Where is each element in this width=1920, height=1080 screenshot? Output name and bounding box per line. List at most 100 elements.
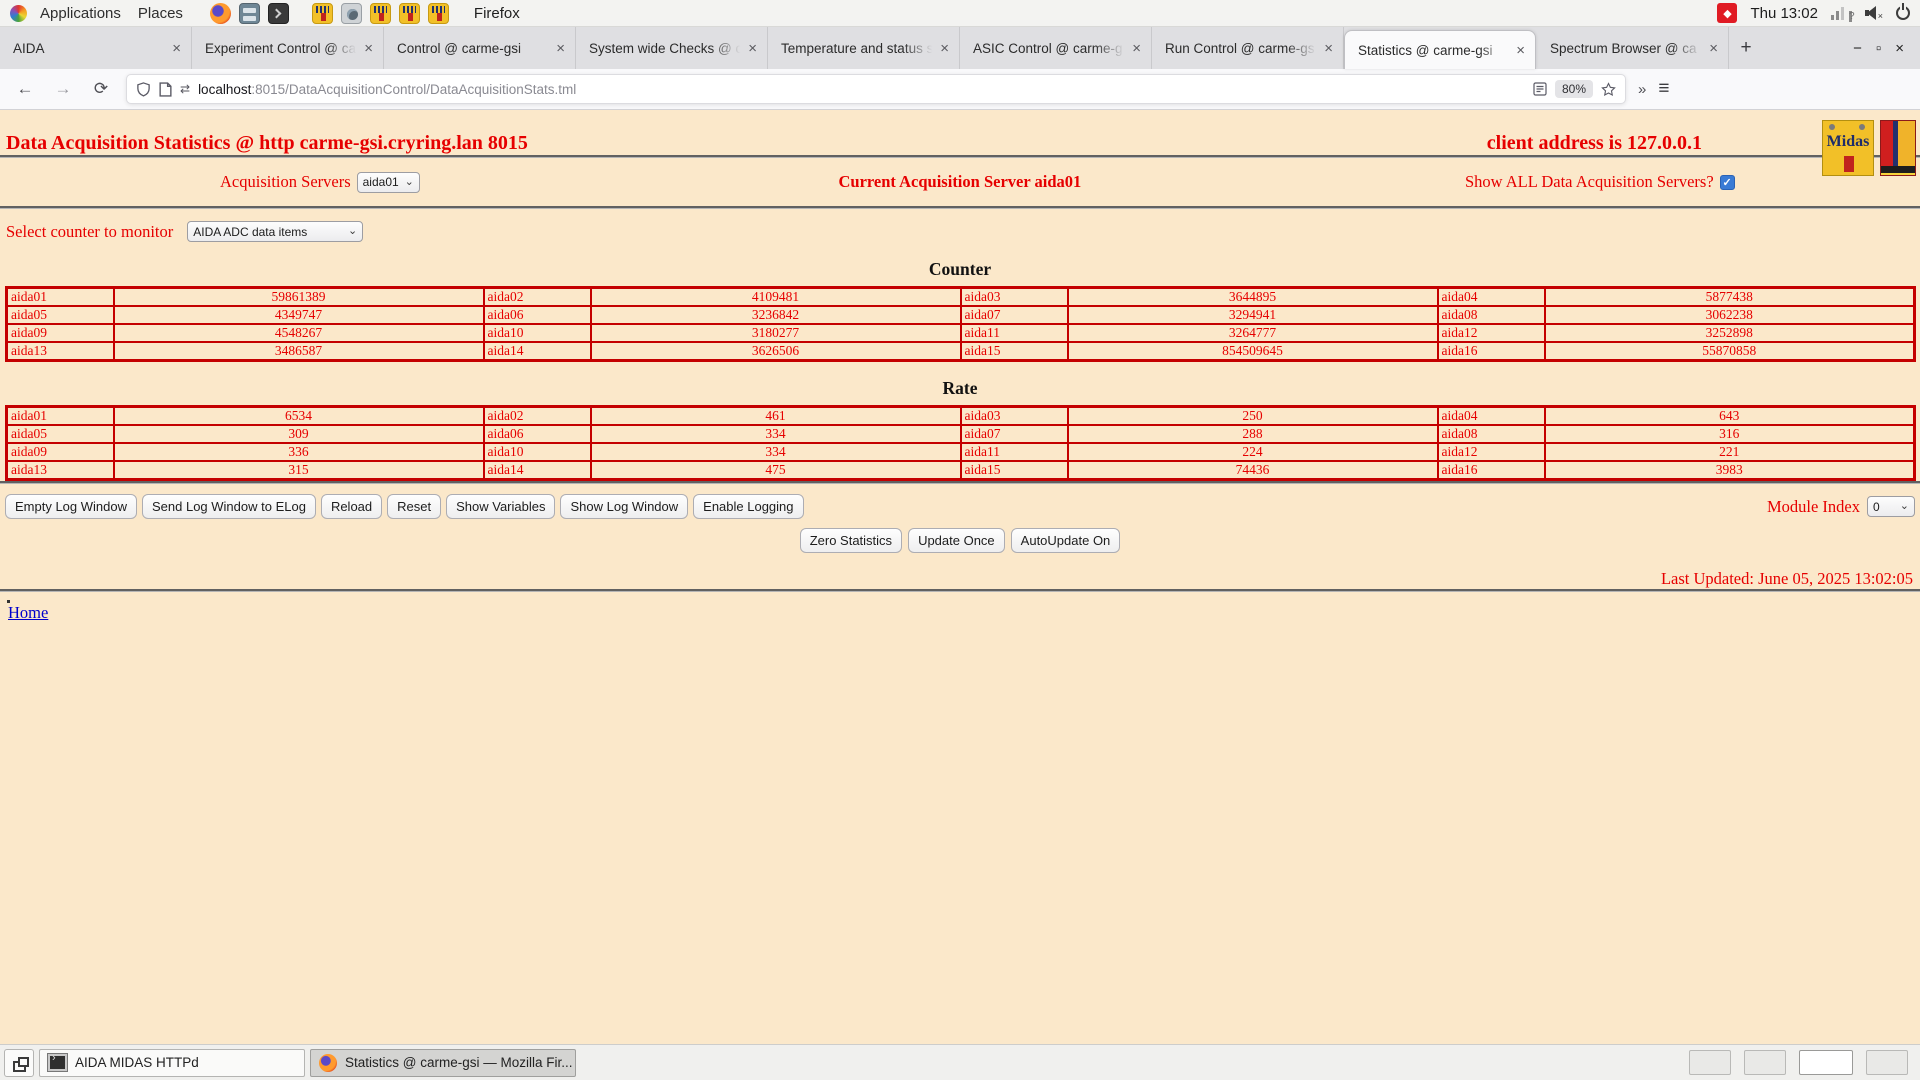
current-server-text: Current Acquisition Server aida01 (838, 172, 1081, 192)
terminal-launcher-icon[interactable] (268, 3, 289, 24)
log-button[interactable]: Reset (387, 494, 441, 519)
reload-button[interactable]: ⟳ (88, 79, 114, 99)
tab-close-icon[interactable]: × (1129, 40, 1144, 57)
rate-value-cell: 334 (591, 443, 961, 461)
tab-system-wide-checks[interactable]: System wide Checks @ c × (576, 27, 768, 69)
rate-value-cell: 224 (1068, 443, 1438, 461)
server-name-cell: aida15 (961, 461, 1068, 480)
applications-menu-icon[interactable] (10, 5, 27, 22)
tab-close-icon[interactable]: × (745, 40, 760, 57)
notification-badge-icon[interactable]: ◆ (1717, 3, 1737, 23)
permissions-icon[interactable]: ⇄ (180, 82, 190, 96)
tab-title: Control @ carme-gsi (397, 41, 553, 56)
select-counter-label: Select counter to monitor (6, 222, 173, 242)
tab-close-icon[interactable]: × (1706, 40, 1721, 57)
tab-aida[interactable]: AIDA × (0, 27, 192, 69)
tab-asic-control[interactable]: ASIC Control @ carme-g × (960, 27, 1152, 69)
taskbar-item-firefox[interactable]: Statistics @ carme-gsi — Mozilla Fir... (310, 1049, 576, 1077)
midas-launcher-icon[interactable] (399, 3, 420, 24)
tab-close-icon[interactable]: × (553, 40, 568, 57)
log-button[interactable]: Empty Log Window (5, 494, 137, 519)
log-button[interactable]: Show Log Window (560, 494, 688, 519)
tab-temperature-status[interactable]: Temperature and status s × (768, 27, 960, 69)
firefox-launcher-icon[interactable] (210, 3, 231, 24)
shield-icon[interactable] (136, 82, 151, 97)
last-updated: Last Updated: June 05, 2025 13:02:05 (0, 569, 1913, 589)
url-text[interactable]: localhost:8015/DataAcquisitionControl/Da… (198, 82, 1525, 97)
counter-monitor-select[interactable]: AIDA ADC data items ⌄ (187, 221, 363, 242)
midas-launcher-icon[interactable] (312, 3, 333, 24)
app-menu-icon[interactable]: ≡ (1658, 78, 1669, 100)
reader-mode-icon[interactable] (1533, 82, 1547, 96)
network-status-icon[interactable]: ? (1831, 6, 1852, 20)
update-button[interactable]: Zero Statistics (800, 528, 902, 553)
page-info-icon[interactable] (159, 82, 172, 97)
taskbar-item-midas-httpd[interactable]: AIDA MIDAS HTTPd (39, 1049, 305, 1077)
back-button[interactable]: ← (12, 79, 38, 99)
log-button[interactable]: Show Variables (446, 494, 555, 519)
places-menu[interactable]: Places (134, 5, 187, 22)
table-row: aida13 315 aida14 475 aida15 74436 aida1… (7, 461, 1915, 480)
tab-close-icon[interactable]: × (937, 40, 952, 57)
rate-value-cell: 316 (1545, 425, 1915, 443)
show-all-label: Show ALL Data Acquisition Servers? (1465, 172, 1714, 192)
tab-statistics-active[interactable]: Statistics @ carme-gsi × (1344, 30, 1536, 69)
tab-close-icon[interactable]: × (169, 40, 184, 57)
maximize-button[interactable]: ▫ (1876, 40, 1881, 57)
rate-value-cell: 336 (114, 443, 484, 461)
show-desktop-button[interactable] (4, 1049, 34, 1077)
bookmark-star-icon[interactable] (1601, 82, 1616, 97)
tab-experiment-control[interactable]: Experiment Control @ ca × (192, 27, 384, 69)
taskbar-item-label: Statistics @ carme-gsi — Mozilla Fir... (345, 1055, 573, 1070)
volume-muted-icon[interactable]: × (1865, 5, 1883, 21)
log-button[interactable]: Reload (321, 494, 382, 519)
rate-value-cell: 461 (591, 407, 961, 426)
acquisition-server-select[interactable]: aida01 ⌄ (357, 172, 420, 193)
acquisition-server-row: Acquisition Servers aida01 ⌄ Current Acq… (0, 158, 1920, 206)
module-index-select[interactable]: 0 ⌄ (1867, 496, 1915, 517)
show-all-checkbox[interactable]: ✓ (1720, 175, 1735, 190)
workspace-pager (1689, 1050, 1908, 1075)
file-manager-launcher-icon[interactable] (239, 3, 260, 24)
clock[interactable]: Thu 13:02 (1750, 5, 1818, 22)
midas-launcher-icon[interactable] (370, 3, 391, 24)
tab-close-icon[interactable]: × (1513, 42, 1528, 59)
workspace-4[interactable] (1866, 1050, 1908, 1075)
midas-launcher-icons (312, 3, 449, 24)
workspace-1[interactable] (1689, 1050, 1731, 1075)
toolbar-overflow-icon[interactable]: » (1638, 81, 1644, 98)
server-name-cell: aida12 (1438, 443, 1545, 461)
page-zoom-badge[interactable]: 80% (1555, 80, 1593, 98)
tab-close-icon[interactable]: × (361, 40, 376, 57)
applications-menu[interactable]: Applications (36, 5, 125, 22)
power-icon[interactable] (1896, 6, 1910, 20)
update-button[interactable]: AutoUpdate On (1011, 528, 1121, 553)
tab-control[interactable]: Control @ carme-gsi × (384, 27, 576, 69)
tab-close-icon[interactable]: × (1321, 40, 1336, 57)
close-button[interactable]: × (1895, 40, 1904, 57)
tab-run-control[interactable]: Run Control @ carme-gs × (1152, 27, 1344, 69)
update-button[interactable]: Update Once (908, 528, 1005, 553)
server-name-cell: aida05 (7, 425, 114, 443)
counter-value-cell: 55870858 (1545, 342, 1915, 361)
launcher-icons (210, 3, 289, 24)
forward-button[interactable]: → (50, 79, 76, 99)
url-bar[interactable]: ⇄ localhost:8015/DataAcquisitionControl/… (126, 74, 1626, 104)
home-link[interactable]: Home (8, 603, 48, 623)
log-button[interactable]: Enable Logging (693, 494, 803, 519)
new-tab-button[interactable]: + (1729, 27, 1763, 69)
server-name-cell: aida14 (484, 461, 591, 480)
screenshot-launcher-icon[interactable] (341, 3, 362, 24)
minimize-button[interactable]: − (1853, 40, 1862, 57)
server-name-cell: aida05 (7, 306, 114, 324)
log-button[interactable]: Send Log Window to ELog (142, 494, 316, 519)
workspace-2[interactable] (1744, 1050, 1786, 1075)
midas-launcher-icon[interactable] (428, 3, 449, 24)
tab-title: Run Control @ carme-gs (1165, 41, 1321, 56)
rate-value-cell: 250 (1068, 407, 1438, 426)
selected-value: AIDA ADC data items (193, 225, 307, 239)
tab-spectrum-browser[interactable]: Spectrum Browser @ ca × (1537, 27, 1729, 69)
server-name-cell: aida06 (484, 425, 591, 443)
counter-heading: Counter (0, 259, 1920, 280)
workspace-3-current[interactable] (1799, 1050, 1853, 1075)
